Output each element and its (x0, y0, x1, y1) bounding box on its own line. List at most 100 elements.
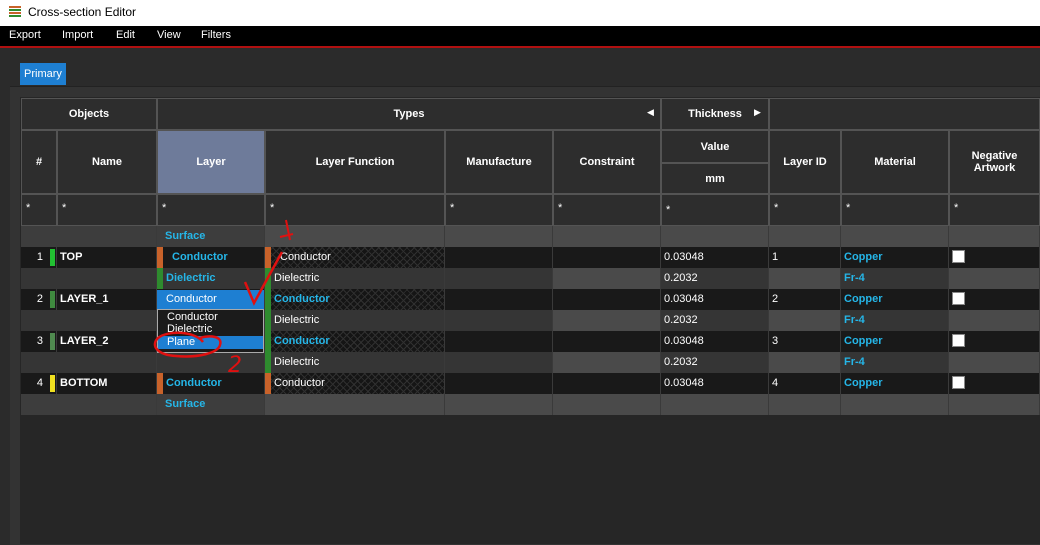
material-cell[interactable]: Copper (841, 373, 949, 394)
material-cell[interactable]: Copper (841, 289, 949, 310)
group-thickness: Thickness (661, 98, 769, 130)
thickness-cell[interactable]: 0.03048 (661, 331, 769, 352)
dropdown-option-plane[interactable]: Plane (158, 336, 263, 349)
layer-id-cell[interactable]: 1 (769, 247, 841, 268)
col-constraint[interactable]: Constraint (553, 130, 661, 194)
dropdown-option-dielectric[interactable]: Dielectric (158, 323, 263, 336)
negative-artwork-cell (949, 289, 1040, 310)
col-layer[interactable]: Layer (157, 130, 265, 194)
collapse-left-icon[interactable]: ◀ (647, 107, 654, 118)
table-row[interactable]: Dielectric Dielectric 0.2032 Fr-4 (21, 268, 1040, 289)
filter-num[interactable]: * (21, 194, 57, 226)
menu-view[interactable]: View (157, 29, 181, 41)
layer-id-cell[interactable]: 4 (769, 373, 841, 394)
layer-function-cell[interactable]: Dielectric (265, 352, 445, 373)
thickness-cell[interactable]: 0.2032 (661, 352, 769, 373)
filter-layer-id[interactable]: * (769, 194, 841, 226)
layer-id-cell[interactable]: 2 (769, 289, 841, 310)
material-cell[interactable]: Fr-4 (841, 310, 949, 331)
col-negative-artwork-label: Negative Artwork (971, 150, 1018, 174)
col-material[interactable]: Material (841, 130, 949, 194)
manufacture-cell[interactable] (445, 331, 553, 352)
filter-negative-artwork[interactable]: * (949, 194, 1040, 226)
col-name[interactable]: Name (57, 130, 157, 194)
col-manufacture[interactable]: Manufacture (445, 130, 553, 194)
name-cell[interactable]: BOTTOM (57, 373, 157, 394)
table-row[interactable]: Surface (21, 226, 1040, 247)
negative-artwork-cell (949, 373, 1040, 394)
col-value[interactable]: Value (661, 130, 769, 163)
menu-edit[interactable]: Edit (116, 29, 135, 41)
menu-bar: Export Import Edit View Filters (0, 26, 1040, 48)
table-row[interactable]: Surface (21, 394, 1040, 415)
name-cell[interactable]: LAYER_1 (57, 289, 157, 310)
col-layer-id[interactable]: Layer ID (769, 130, 841, 194)
layer-id-cell[interactable]: 3 (769, 331, 841, 352)
layer-cell[interactable]: Surface (157, 394, 265, 415)
manufacture-cell[interactable] (445, 310, 553, 331)
filter-constraint[interactable]: * (553, 194, 661, 226)
material-cell[interactable]: Copper (841, 331, 949, 352)
filter-manufacture[interactable]: * (445, 194, 553, 226)
material-cell[interactable]: Copper (841, 247, 949, 268)
material-cell[interactable]: Fr-4 (841, 268, 949, 289)
constraint-cell[interactable] (553, 289, 661, 310)
filter-value[interactable]: * (661, 194, 769, 226)
col-layer-function[interactable]: Layer Function (265, 130, 445, 194)
layer-color-marker (50, 249, 55, 266)
filter-layer[interactable]: * (157, 194, 265, 226)
layer-function-cell[interactable]: Dielectric (265, 268, 445, 289)
thickness-cell[interactable]: 0.2032 (661, 310, 769, 331)
constraint-cell[interactable] (553, 247, 661, 268)
thickness-cell[interactable]: 0.03048 (661, 289, 769, 310)
filter-material[interactable]: * (841, 194, 949, 226)
layer-cell[interactable]: Conductor (157, 247, 265, 268)
name-cell[interactable]: TOP (57, 247, 157, 268)
thickness-cell[interactable]: 0.03048 (661, 247, 769, 268)
menu-import[interactable]: Import (62, 29, 93, 41)
menu-export[interactable]: Export (9, 29, 41, 41)
negative-artwork-checkbox[interactable] (952, 334, 965, 347)
layer-color-marker (50, 291, 55, 308)
layer-cell[interactable]: Conductor (157, 373, 265, 394)
layer-function-cell[interactable]: Conductor (265, 373, 445, 394)
constraint-cell[interactable] (553, 373, 661, 394)
layer-cell[interactable] (157, 352, 265, 373)
group-extra (769, 98, 1040, 130)
negative-artwork-cell (949, 331, 1040, 352)
manufacture-cell[interactable] (445, 352, 553, 373)
negative-artwork-checkbox[interactable] (952, 250, 965, 263)
expand-right-icon[interactable]: ▶ (754, 107, 761, 118)
layer-cell[interactable]: Surface (157, 226, 265, 247)
layer-function-cell[interactable]: Conductor (265, 289, 445, 310)
manufacture-cell[interactable] (445, 268, 553, 289)
negative-artwork-checkbox[interactable] (952, 376, 965, 389)
filter-layer-function[interactable]: * (265, 194, 445, 226)
col-num[interactable]: # (21, 130, 57, 194)
constraint-cell[interactable] (553, 331, 661, 352)
manufacture-cell[interactable] (445, 247, 553, 268)
layer-color-marker (50, 375, 55, 392)
thickness-cell[interactable]: 0.03048 (661, 373, 769, 394)
name-cell[interactable]: LAYER_2 (57, 331, 157, 352)
layer-dropdown[interactable]: Conductor (157, 290, 264, 309)
filter-name[interactable]: * (57, 194, 157, 226)
tab-primary[interactable]: Primary (20, 63, 66, 85)
col-unit: mm (661, 163, 769, 194)
title-bar: Cross-section Editor (0, 0, 1040, 26)
constraint-cell (553, 352, 661, 373)
table-row[interactable]: 1 TOP Conductor Conductor 0.03048 1 Copp… (21, 247, 1040, 268)
menu-filters[interactable]: Filters (201, 29, 231, 41)
table-row[interactable]: Dielectric 0.2032 Fr-4 (21, 352, 1040, 373)
thickness-cell[interactable]: 0.2032 (661, 268, 769, 289)
layer-function-cell[interactable]: Conductor (265, 247, 445, 268)
layer-function-cell[interactable]: Dielectric (265, 310, 445, 331)
material-cell[interactable]: Fr-4 (841, 352, 949, 373)
table-row[interactable]: 4 BOTTOM Conductor Conductor 0.03048 4 C… (21, 373, 1040, 394)
manufacture-cell[interactable] (445, 289, 553, 310)
negative-artwork-checkbox[interactable] (952, 292, 965, 305)
layer-function-cell[interactable]: Conductor (265, 331, 445, 352)
manufacture-cell[interactable] (445, 373, 553, 394)
col-negative-artwork[interactable]: Negative Artwork (949, 130, 1040, 194)
layer-cell[interactable]: Dielectric (157, 268, 265, 289)
